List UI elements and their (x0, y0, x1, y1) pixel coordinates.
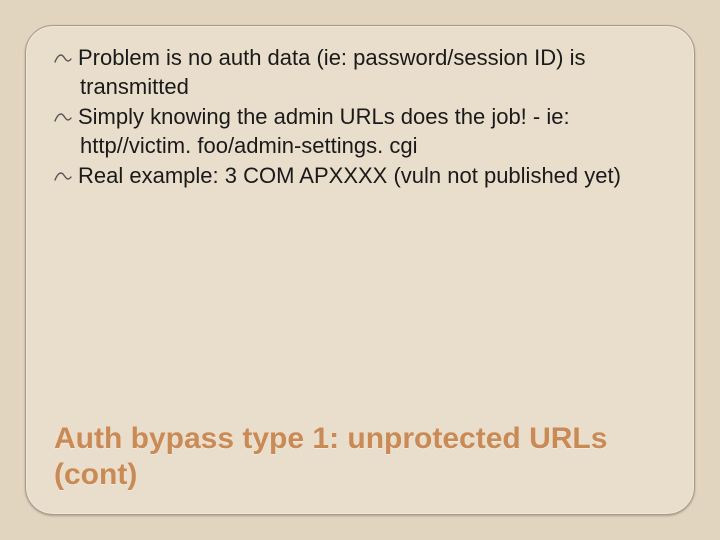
slide-frame: Problem is no auth data (ie: password/se… (25, 25, 695, 515)
slide-title: Auth bypass type 1: unprotected URLs (co… (54, 421, 666, 494)
bullet-item: Simply knowing the admin URLs does the j… (54, 103, 666, 160)
slide-body: Problem is no auth data (ie: password/se… (54, 44, 666, 193)
bullet-item: Problem is no auth data (ie: password/se… (54, 44, 666, 101)
bullet-item: Real example: 3 COM APXXXX (vuln not pub… (54, 162, 666, 191)
